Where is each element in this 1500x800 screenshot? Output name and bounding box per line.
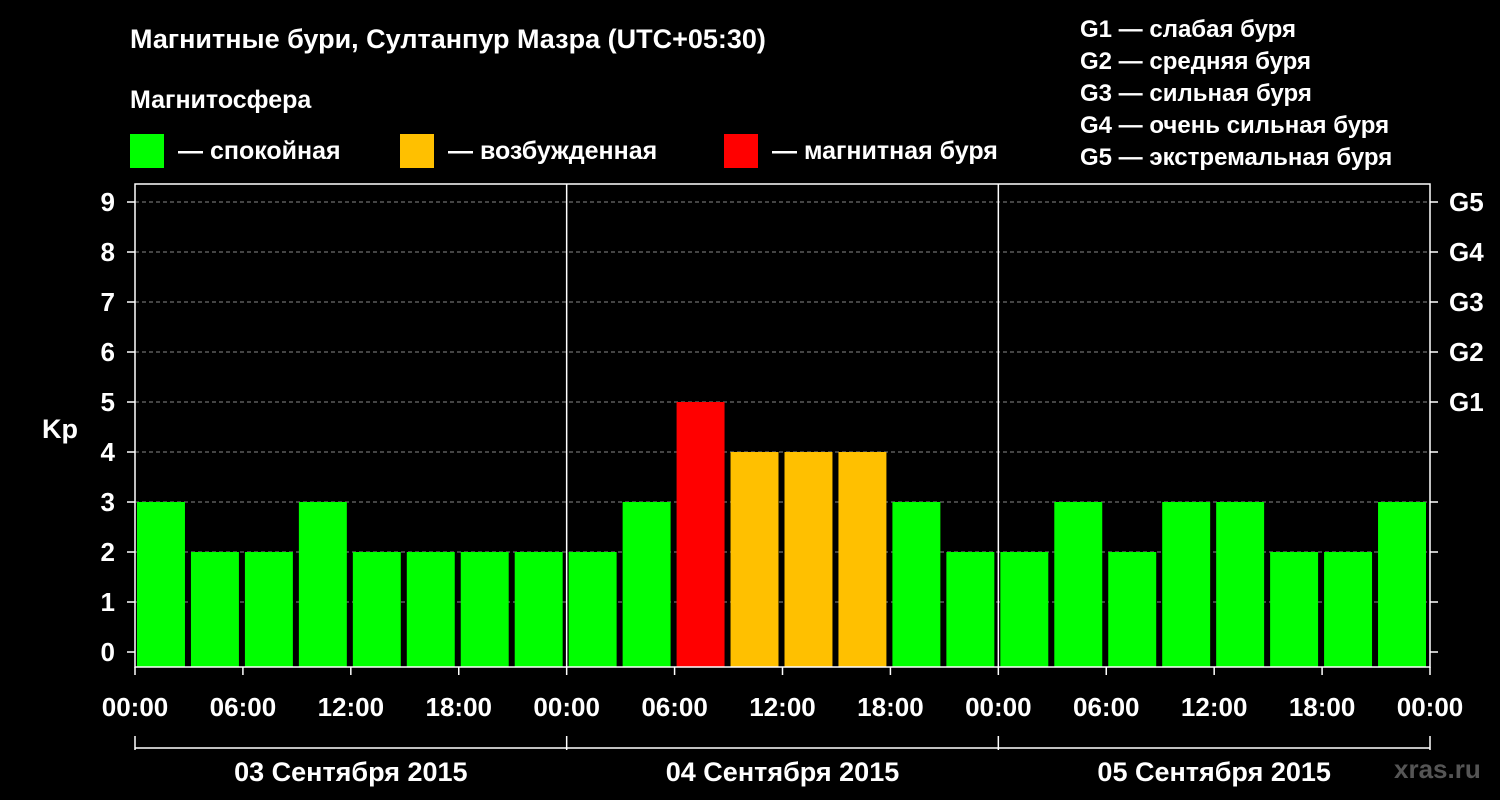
x-tick-label: 00:00	[533, 692, 600, 722]
y-tick-label: 4	[101, 437, 116, 467]
g-level-label: G3	[1449, 287, 1484, 317]
y-tick-label: 9	[101, 187, 115, 217]
g-level-label: G2	[1449, 337, 1484, 367]
kp-bar	[1324, 552, 1373, 667]
y-tick-label: 1	[101, 587, 115, 617]
kp-bar	[892, 502, 941, 667]
y-axis-label: Kp	[42, 414, 78, 444]
x-tick-label: 06:00	[210, 692, 277, 722]
y-tick-label: 0	[101, 637, 115, 667]
x-tick-label: 18:00	[426, 692, 493, 722]
g-level-label: G1	[1449, 387, 1484, 417]
x-tick-label: 00:00	[102, 692, 169, 722]
kp-bar	[460, 552, 509, 667]
watermark: xras.ru	[1394, 754, 1481, 784]
kp-bar	[622, 502, 671, 667]
kp-bar	[676, 402, 725, 667]
kp-bar	[838, 452, 887, 667]
y-tick-label: 2	[101, 537, 115, 567]
kp-bar	[244, 552, 293, 667]
y-tick-label: 8	[101, 237, 115, 267]
kp-bar	[137, 502, 185, 667]
x-tick-label: 00:00	[1397, 692, 1464, 722]
kp-bar	[946, 552, 995, 667]
x-tick-label: 12:00	[318, 692, 385, 722]
kp-bar	[1216, 502, 1265, 667]
day-label: 03 Сентября 2015	[234, 757, 467, 787]
kp-bar	[1054, 502, 1103, 667]
kp-bar	[784, 452, 833, 667]
x-tick-label: 12:00	[1181, 692, 1248, 722]
x-tick-label: 00:00	[965, 692, 1032, 722]
kp-bar	[190, 552, 239, 667]
kp-bar	[1108, 552, 1157, 667]
y-tick-label: 6	[101, 337, 115, 367]
g-level-label: G4	[1449, 237, 1484, 267]
kp-bar	[568, 552, 617, 667]
kp-bar	[730, 452, 779, 667]
day-label: 04 Сентября 2015	[666, 757, 899, 787]
kp-bar	[514, 552, 563, 667]
kp-bar	[1270, 552, 1319, 667]
x-tick-label: 06:00	[1073, 692, 1140, 722]
x-tick-label: 18:00	[1289, 692, 1356, 722]
kp-bar	[1162, 502, 1211, 667]
x-tick-label: 12:00	[749, 692, 816, 722]
day-label: 05 Сентября 2015	[1097, 757, 1330, 787]
y-tick-label: 5	[101, 387, 115, 417]
x-tick-label: 06:00	[641, 692, 708, 722]
kp-bar	[406, 552, 455, 667]
kp-bar	[352, 552, 401, 667]
kp-bar	[1378, 502, 1426, 667]
kp-bar-chart: 0 1 2 3 4 5 6 7 8 9 G1 G2 G3 G4 G5 Kp 00:00 06:00 12:00 18:…	[42, 183, 1484, 787]
kp-bar	[1000, 552, 1049, 667]
x-tick-label: 18:00	[857, 692, 924, 722]
kp-bar	[298, 502, 347, 667]
y-tick-label: 3	[101, 487, 115, 517]
g-level-label: G5	[1449, 187, 1484, 217]
y-tick-label: 7	[101, 287, 115, 317]
